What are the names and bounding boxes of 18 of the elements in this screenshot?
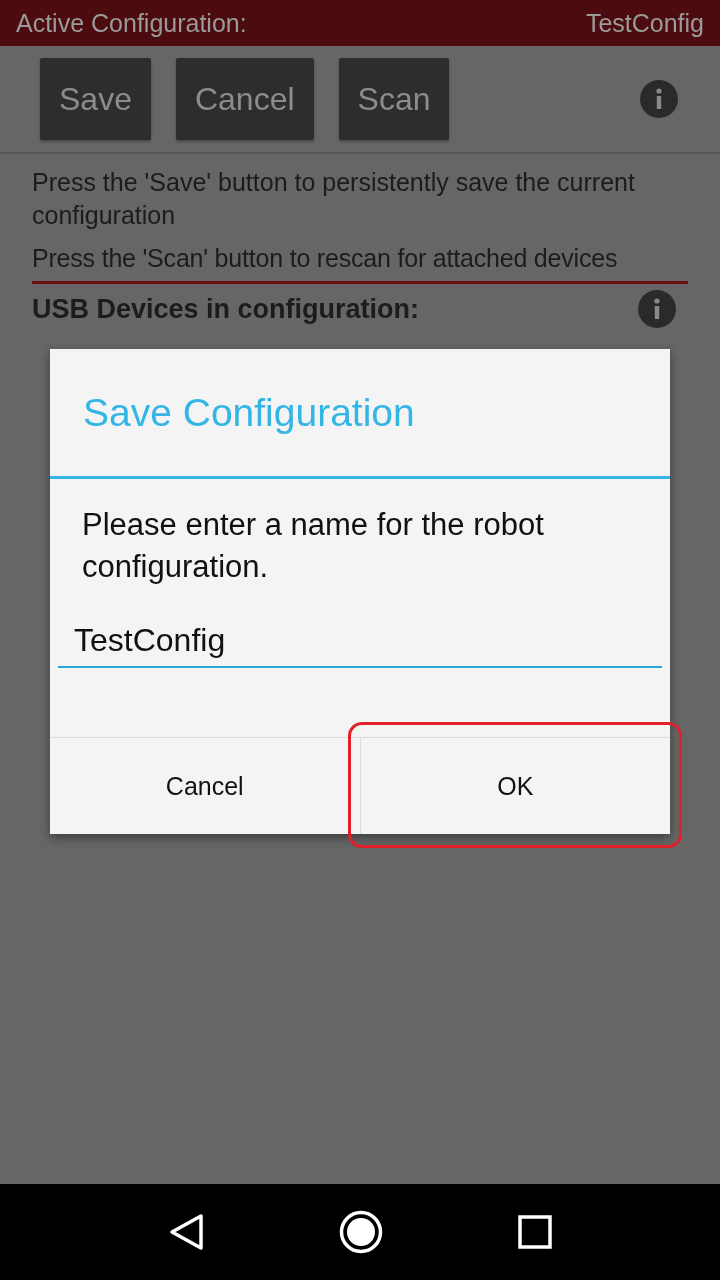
home-icon[interactable]: [339, 1210, 383, 1254]
back-icon[interactable]: [167, 1213, 204, 1251]
config-name: TestConfig: [585, 8, 704, 38]
section-title: USB Devices in configuration:: [32, 293, 420, 325]
hint-text: Press the 'Save' button to persistently save the current configuration: [32, 167, 636, 231]
dialog-message: Please enter a name for the robot configuration.: [81, 506, 545, 586]
toolbar-button[interactable]: Scan: [338, 58, 450, 140]
toolbar-button[interactable]: Save: [40, 58, 151, 140]
info-icon[interactable]: [640, 80, 678, 118]
hint-text: Press the 'Scan' button to rescan for attached devices: [32, 232, 688, 284]
dialog-button[interactable]: OK: [360, 738, 670, 834]
status-label: Active Configuration:: [16, 8, 247, 38]
info-icon[interactable]: [638, 290, 676, 328]
toolbar-button[interactable]: Cancel: [175, 58, 314, 140]
dialog-title: Save Configuration: [83, 390, 415, 435]
dialog-button[interactable]: Cancel: [50, 738, 360, 834]
name-input-field[interactable]: TestConfig: [58, 614, 662, 668]
overview-icon[interactable]: [518, 1215, 553, 1249]
